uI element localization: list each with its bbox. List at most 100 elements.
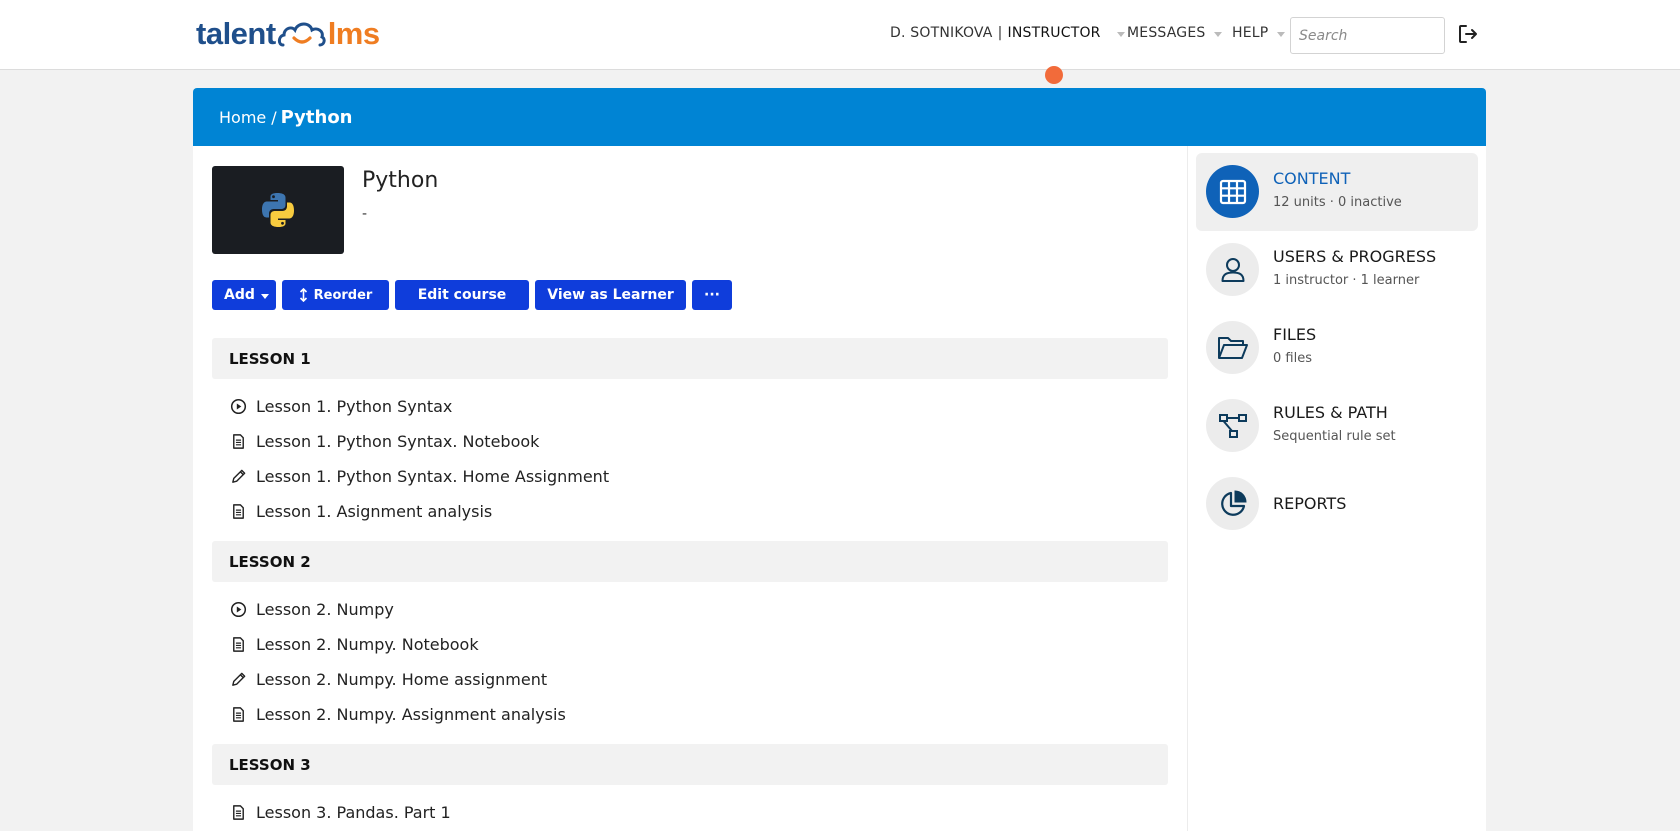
python-logo-icon xyxy=(262,193,294,227)
unit-item[interactable]: Lesson 1. Python Syntax. Home Assignment xyxy=(212,459,1168,494)
flow-icon xyxy=(1218,413,1247,438)
sidebar-icon-circle xyxy=(1206,243,1259,296)
document-icon xyxy=(233,637,244,652)
talentlms-logo[interactable]: talent lms xyxy=(196,16,380,52)
unit-item[interactable]: Lesson 2. Numpy. Notebook xyxy=(212,627,1168,662)
sidebar-item-subtitle: Sequential rule set xyxy=(1273,429,1396,444)
sidebar-item-title: USERS & PROGRESS xyxy=(1273,247,1437,266)
pencil-icon xyxy=(232,469,246,483)
sidebar-item-title: REPORTS xyxy=(1273,494,1347,513)
course-header: Python - Add Reorder Edit course View as… xyxy=(212,146,1168,310)
sidebar-item-title: CONTENT xyxy=(1273,169,1351,188)
sidebar-item-title: RULES & PATH xyxy=(1273,403,1388,422)
user-menu[interactable]: D. SOTNIKOVA | INSTRUCTOR xyxy=(890,22,1125,44)
breadcrumb-home-link[interactable]: Home xyxy=(219,108,266,127)
breadcrumb: Home / Python xyxy=(193,88,1486,146)
pencil-icon xyxy=(232,672,246,686)
help-menu[interactable]: HELP xyxy=(1232,22,1286,44)
messages-label: MESSAGES xyxy=(1127,25,1206,41)
sidebar-icon-circle xyxy=(1206,399,1259,452)
sidebar-item-title: FILES xyxy=(1273,325,1317,344)
course-description: - xyxy=(362,206,368,222)
document-icon xyxy=(233,434,244,449)
unit-item[interactable]: Lesson 2. Numpy. Assignment analysis xyxy=(212,697,1168,732)
course-actions: Add Reorder Edit course View as Learner … xyxy=(212,280,732,310)
unit-item[interactable]: Lesson 2. Numpy xyxy=(212,592,1168,627)
unit-item[interactable]: Lesson 2. Numpy. Home assignment xyxy=(212,662,1168,697)
messages-menu[interactable]: MESSAGES xyxy=(1127,22,1223,44)
unit-label: Lesson 2. Numpy. Home assignment xyxy=(256,670,548,689)
sidebar-icon-circle xyxy=(1206,165,1259,218)
unit-list: Lesson 3. Pandas. Part 1 xyxy=(212,785,1168,831)
reorder-button-label: Reorder xyxy=(313,287,373,303)
reorder-button[interactable]: Reorder xyxy=(282,280,389,310)
logo-text-lms: lms xyxy=(327,16,380,51)
unit-label: Lesson 2. Numpy. Assignment analysis xyxy=(256,705,566,724)
section-header: LESSON 3 xyxy=(212,744,1168,785)
unit-label: Lesson 1. Python Syntax. Home Assignment xyxy=(256,467,610,486)
user-role-separator: | xyxy=(997,25,1003,41)
sidebar-item-subtitle: 12 units · 0 inactive xyxy=(1273,195,1402,210)
document-icon xyxy=(233,805,244,820)
unit-label: Lesson 2. Numpy xyxy=(256,600,394,619)
lesson-section: LESSON 3 Lesson 3. Pandas. Part 1 xyxy=(212,744,1168,831)
unit-label: Lesson 3. Pandas. Part 1 xyxy=(256,803,451,822)
breadcrumb-current: Python xyxy=(280,106,353,128)
reorder-arrows-icon xyxy=(299,288,307,302)
course-card: Home / Python Python - Add Reorder Edit … xyxy=(193,88,1486,831)
sidebar-item-files[interactable]: FILES 0 files xyxy=(1196,309,1478,387)
cloud-smile-icon xyxy=(277,22,326,47)
sidebar-item-subtitle: 1 instructor · 1 learner xyxy=(1273,273,1420,288)
play-icon xyxy=(230,398,247,415)
add-button-label: Add xyxy=(224,287,255,303)
more-options-button[interactable]: ··· xyxy=(692,280,732,310)
unit-label: Lesson 1. Python Syntax xyxy=(256,397,453,416)
lesson-section: LESSON 1 Lesson 1. Python Syntax Lesson 1.… xyxy=(212,338,1168,541)
course-title: Python xyxy=(362,168,439,193)
sidebar-item-users-progress[interactable]: USERS & PROGRESS 1 instructor · 1 learner xyxy=(1196,231,1478,309)
notification-dot[interactable] xyxy=(1045,66,1063,84)
course-content-area: Python - Add Reorder Edit course View as… xyxy=(212,146,1168,822)
course-sections: LESSON 1 Lesson 1. Python Syntax Lesson 1.… xyxy=(212,338,1168,831)
logout-icon[interactable] xyxy=(1456,22,1480,46)
unit-item[interactable]: Lesson 1. Asignment analysis xyxy=(212,494,1168,529)
sidebar-item-subtitle: 0 files xyxy=(1273,351,1312,366)
chevron-down-icon xyxy=(260,293,269,299)
unit-item[interactable]: Lesson 1. Python Syntax xyxy=(212,389,1168,424)
sidebar-item-rules-path[interactable]: RULES & PATH Sequential rule set xyxy=(1196,387,1478,465)
unit-label: Lesson 1. Asignment analysis xyxy=(256,502,493,521)
unit-label: Lesson 1. Python Syntax. Notebook xyxy=(256,432,540,451)
edit-course-button[interactable]: Edit course xyxy=(395,280,529,310)
unit-item[interactable]: Lesson 3. Pandas. Part 1 xyxy=(212,795,1168,830)
add-button[interactable]: Add xyxy=(212,280,276,310)
user-role: INSTRUCTOR xyxy=(1007,25,1101,41)
unit-list: Lesson 2. Numpy Lesson 2. Numpy. Notebook… xyxy=(212,582,1168,744)
chevron-down-icon xyxy=(1214,31,1223,37)
sidebar-item-content[interactable]: CONTENT 12 units · 0 inactive xyxy=(1196,153,1478,231)
logo-text-talent: talent xyxy=(196,16,276,51)
play-icon xyxy=(230,601,247,618)
chevron-down-icon xyxy=(1116,31,1125,37)
sidebar-icon-circle xyxy=(1206,477,1259,530)
course-thumbnail[interactable] xyxy=(212,166,344,254)
unit-item[interactable]: Lesson 1. Python Syntax. Notebook xyxy=(212,424,1168,459)
unit-label: Lesson 2. Numpy. Notebook xyxy=(256,635,479,654)
breadcrumb-separator: / xyxy=(271,107,277,127)
chevron-down-icon xyxy=(1277,31,1286,37)
unit-list: Lesson 1. Python Syntax Lesson 1. Python … xyxy=(212,379,1168,541)
folder-icon xyxy=(1217,336,1248,359)
course-sidebar: CONTENT 12 units · 0 inactive USERS & PROG… xyxy=(1187,146,1486,831)
document-icon xyxy=(233,504,244,519)
search-input[interactable] xyxy=(1290,17,1445,54)
view-as-learner-button[interactable]: View as Learner xyxy=(535,280,686,310)
pie-chart-icon xyxy=(1220,489,1247,516)
user-icon xyxy=(1221,257,1244,282)
document-icon xyxy=(233,707,244,722)
sidebar-item-reports[interactable]: REPORTS xyxy=(1196,465,1478,543)
sidebar-icon-circle xyxy=(1206,321,1259,374)
section-header: LESSON 1 xyxy=(212,338,1168,379)
user-name: D. SOTNIKOVA xyxy=(890,25,993,41)
grid-icon xyxy=(1219,179,1246,204)
section-header: LESSON 2 xyxy=(212,541,1168,582)
help-label: HELP xyxy=(1232,25,1269,41)
